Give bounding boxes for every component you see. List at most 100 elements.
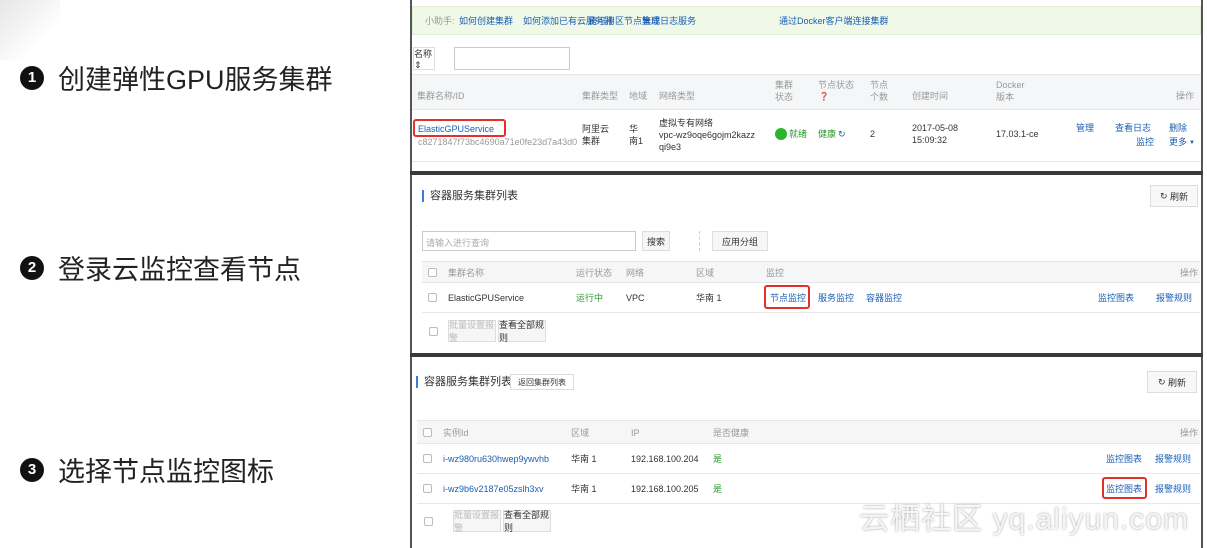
refresh-button[interactable]: ↻ 刷新	[1147, 371, 1197, 393]
helper-link[interactable]: 通过Docker客户端连接集群	[779, 15, 889, 27]
healthy: 是	[713, 454, 723, 464]
region: 华南 1	[571, 484, 597, 494]
view-all-rules-label: 查看全部规则	[499, 320, 545, 343]
table-row: i-wz980ru630hwep9ywvhb 华南 1 192.168.100.…	[417, 444, 1200, 474]
instance-id-link[interactable]: i-wz9b6v2187e05zslh3xv	[443, 483, 544, 495]
batch-alarm-label: 批量设置报警	[449, 320, 495, 343]
col-header: Docker版本	[996, 80, 1025, 102]
alarm-rules-link[interactable]: 报警规则	[1155, 453, 1191, 465]
col-header: 是否健康	[713, 428, 750, 438]
network: VPC	[626, 293, 645, 303]
caret-down-icon: ▼	[1189, 140, 1195, 146]
footer-checkbox[interactable]	[429, 327, 438, 336]
col-header: 监控	[766, 268, 785, 278]
app-group-button[interactable]: 应用分组	[712, 231, 768, 251]
ip: 192.168.100.205	[631, 484, 699, 494]
col-header: 集群状态	[775, 80, 794, 102]
cluster-region: 华南1	[629, 124, 644, 146]
view-logs-link[interactable]: 查看日志	[1115, 122, 1151, 134]
col-header: 网络类型	[659, 91, 696, 101]
view-all-rules-button[interactable]: 查看全部规则	[503, 510, 551, 533]
col-header: 操作	[1176, 91, 1195, 101]
search-input[interactable]: 请输入进行查询	[422, 231, 636, 251]
row-checkbox[interactable]	[423, 484, 432, 493]
footer-checkbox[interactable]	[424, 517, 433, 526]
table-header: 集群名称/ID 集群类型 地域 网络类型 集群状态 节点状态 ❓ 节点个数 创建…	[412, 74, 1201, 110]
docker-version: 17.03.1-ce	[996, 129, 1039, 139]
alarm-rules-link[interactable]: 报警规则	[1156, 292, 1192, 304]
help-icon[interactable]: ❓	[819, 91, 829, 103]
search-placeholder: 请输入进行查询	[426, 238, 490, 248]
col-header: 地域	[629, 91, 648, 101]
app-group-label: 应用分组	[721, 236, 758, 247]
healthy: 是	[713, 484, 723, 494]
monitor-link[interactable]: 监控	[1136, 136, 1154, 148]
back-to-list-button[interactable]: 返回集群列表	[510, 374, 574, 390]
col-header: 集群名称	[448, 268, 485, 278]
col-header: 集群类型	[582, 91, 619, 101]
filter-input[interactable]	[454, 47, 570, 70]
refresh-icon: ↻	[1159, 190, 1171, 201]
col-header: 区域	[571, 428, 590, 438]
filter-select-label: 名称 ⇕	[414, 48, 433, 70]
refresh-icon[interactable]: ↻	[838, 128, 846, 140]
table-row: ElasticGPUService c8271847f73bc4690a71e0…	[412, 110, 1201, 162]
batch-alarm-button[interactable]: 批量设置报警	[453, 510, 501, 533]
step-label: 创建弹性GPU服务集群	[58, 65, 333, 95]
node-status: 健康	[818, 129, 837, 139]
col-header: 运行状态	[576, 268, 613, 278]
helper-bar: 小助手: 如何创建集群 如何添加已有云服务器 跨可用区节点管理 集成日志服务 通…	[412, 6, 1201, 35]
row-checkbox[interactable]	[423, 454, 432, 463]
table-header: 实例Id 区域 IP 是否健康 操作	[417, 420, 1200, 444]
col-header: 集群名称/ID	[417, 91, 465, 101]
cluster-id: c8271847f73bc4690a71e0fe23d7a43d0	[418, 137, 578, 147]
highlight-box	[764, 285, 810, 309]
instance-id-link[interactable]: i-wz980ru630hwep9ywvhb	[443, 453, 549, 465]
search-button[interactable]: 搜索	[642, 231, 670, 251]
cluster-name: ElasticGPUService	[448, 293, 525, 303]
more-dropdown[interactable]: 更多	[1169, 136, 1187, 148]
table-header: 集群名称 运行状态 网络 区域 监控 操作	[422, 261, 1200, 283]
step-number: 2	[20, 255, 44, 280]
batch-alarm-button[interactable]: 批量设置报警	[448, 320, 496, 343]
step-3: 3 选择节点监控图标	[20, 450, 274, 489]
service-monitor-link[interactable]: 服务监控	[818, 292, 854, 304]
row-checkbox[interactable]	[428, 293, 437, 302]
network-type: 虚拟专有网络	[659, 118, 714, 128]
region: 华南 1	[571, 454, 597, 464]
manage-link[interactable]: 管理	[1076, 122, 1094, 134]
panel-title: 容器服务集群列表	[416, 376, 512, 388]
table-row: ElasticGPUService 运行中 VPC 华南 1 节点监控 服务监控…	[422, 283, 1200, 313]
refresh-label: 刷新	[1170, 191, 1189, 202]
helper-label: 小助手:	[425, 16, 455, 26]
cluster-type: 阿里云集群	[582, 124, 610, 146]
helper-link[interactable]: 集成日志服务	[642, 15, 696, 27]
watermark: 云栖社区 yq.aliyun.com	[859, 503, 1189, 536]
search-button-label: 搜索	[646, 236, 665, 247]
view-all-rules-label: 查看全部规则	[504, 510, 550, 533]
step-label: 登录云监控查看节点	[58, 255, 301, 285]
node-list-panel: 容器服务集群列表 返回集群列表 ↻ 刷新 实例Id 区域 IP 是否健康 操作 …	[410, 357, 1203, 548]
divider	[699, 231, 700, 251]
highlight-box	[413, 119, 506, 137]
step-label: 选择节点监控图标	[58, 457, 274, 487]
col-header: 网络	[626, 268, 645, 278]
monitor-chart-link[interactable]: 监控图表	[1106, 453, 1142, 465]
select-all-checkbox[interactable]	[428, 268, 437, 277]
col-header: 操作	[1180, 268, 1199, 278]
filter-select[interactable]: 名称 ⇕	[413, 47, 435, 70]
helper-link[interactable]: 如何创建集群	[459, 15, 513, 27]
refresh-icon: ↻	[1157, 376, 1169, 387]
col-header: 操作	[1180, 428, 1199, 438]
status-dot-icon	[775, 128, 787, 140]
delete-link[interactable]: 删除	[1169, 122, 1187, 134]
col-header: 节点个数	[870, 80, 889, 102]
view-all-rules-button[interactable]: 查看全部规则	[498, 320, 546, 343]
container-monitor-link[interactable]: 容器监控	[866, 292, 902, 304]
col-header: IP	[631, 428, 640, 438]
back-label: 返回集群列表	[518, 377, 566, 387]
monitor-chart-link[interactable]: 监控图表	[1098, 292, 1134, 304]
container-cluster-panel: 容器服务集群列表 ↻ 刷新 请输入进行查询 搜索 应用分组 集群名称 运行状态 …	[410, 175, 1203, 355]
refresh-button[interactable]: ↻ 刷新	[1150, 185, 1198, 207]
select-all-checkbox[interactable]	[423, 428, 432, 437]
